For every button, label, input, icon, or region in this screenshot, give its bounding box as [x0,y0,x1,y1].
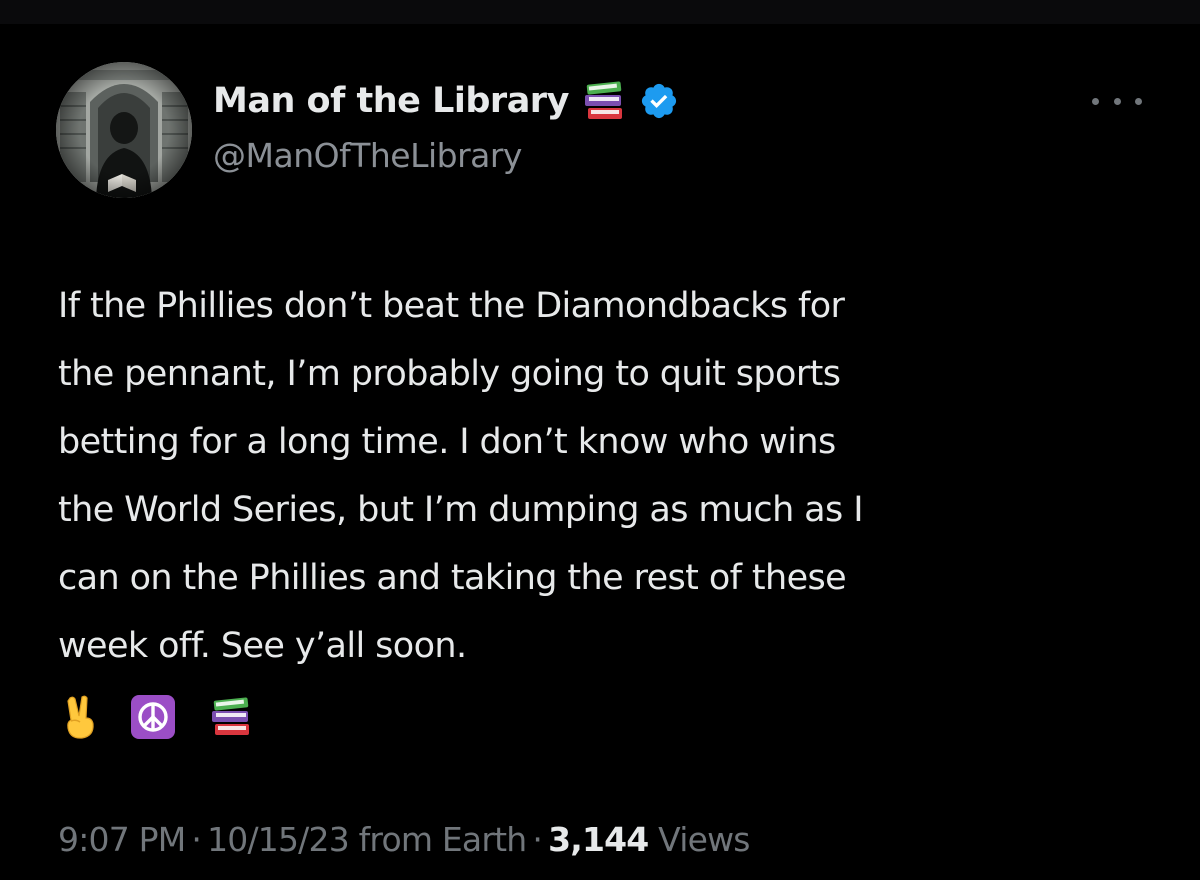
tweet-text-line: week off. See y’all soon. [58,626,467,666]
handle[interactable]: @ManOfTheLibrary [213,136,522,175]
tweet-time[interactable]: 9:07 PM [58,820,186,859]
tweet-text-line: the pennant, I’m probably going to quit … [58,354,841,394]
more-dot [1092,97,1099,105]
avatar-image [56,62,192,198]
tweet-text-line: can on the Phillies and taking the rest … [58,558,847,598]
tweet-source: from Earth [358,820,528,859]
verified-badge-icon[interactable] [639,81,679,121]
more-options-icon[interactable] [1092,86,1142,116]
books-icon [581,79,627,123]
tweet-date[interactable]: 10/15/23 [207,820,350,859]
more-dot [1113,97,1121,105]
tweet-emojis [62,694,286,744]
display-name-row: Man of the Library [213,76,679,126]
tweet-meta: 9:07 PM · 10/15/23 from Earth · 3,144 Views [58,820,750,859]
avatar[interactable] [56,62,192,198]
views-count[interactable]: 3,144 [548,820,649,859]
more-dot [1135,97,1142,105]
meta-separator: · [532,820,543,859]
books-icon [208,695,254,743]
meta-separator: · [191,820,202,859]
tweet-text: If the Phillies don’t beat the Diamondba… [58,272,1168,680]
tweet-text-line: the World Series, but I’m dumping as muc… [58,490,864,530]
views-label[interactable]: Views [658,820,750,859]
victory-hand-icon [62,694,98,744]
tweet-text-line: betting for a long time. I don’t know wh… [58,422,836,462]
peace-symbol-icon [130,694,176,744]
display-name[interactable]: Man of the Library [213,81,569,121]
tweet-text-line: If the Phillies don’t beat the Diamondba… [58,286,845,326]
tweet: Man of the Library @ManOfTheLibrary If t… [0,24,1200,880]
top-bar [0,0,1200,24]
